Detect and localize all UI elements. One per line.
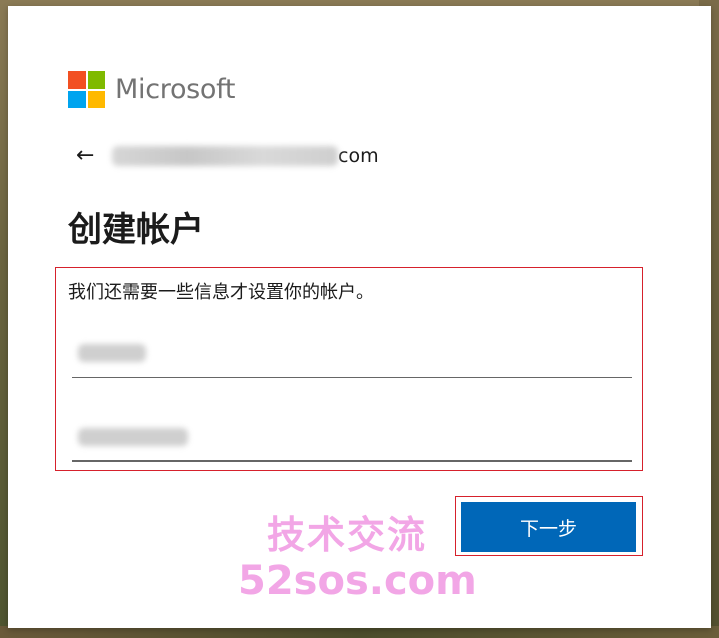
- last-name-value-redacted: [78, 344, 146, 362]
- logo-square-blue: [68, 90, 86, 108]
- last-name-field[interactable]: [72, 330, 632, 378]
- first-name-field[interactable]: [72, 414, 632, 462]
- identity-banner: ← com: [76, 145, 379, 168]
- microsoft-logo-icon: [68, 71, 105, 108]
- email-redacted: [112, 146, 338, 166]
- logo-square-green: [87, 71, 105, 89]
- microsoft-logo: Microsoft: [68, 71, 235, 108]
- back-arrow-icon[interactable]: ←: [76, 145, 102, 167]
- email-suffix: com: [338, 145, 379, 167]
- next-button[interactable]: 下一步: [461, 502, 636, 552]
- page-title: 创建帐户: [68, 210, 204, 250]
- logo-square-red: [68, 71, 86, 89]
- logo-square-yellow: [87, 90, 105, 108]
- brand-name: Microsoft: [115, 74, 236, 105]
- page-description: 我们还需要一些信息才设置你的帐户。: [68, 282, 374, 303]
- first-name-value-redacted: [78, 428, 188, 446]
